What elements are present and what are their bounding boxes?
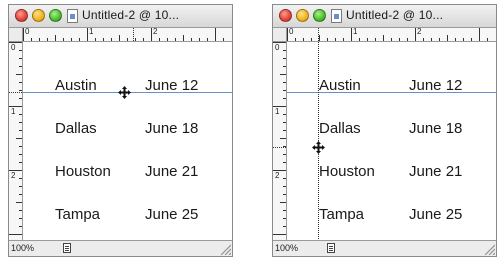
ruler-label: 1 xyxy=(89,28,94,36)
ruler-label: 0 xyxy=(275,43,280,52)
ruler-label: 0 xyxy=(289,28,294,36)
city-label: Tampa xyxy=(319,206,365,223)
date-label: June 21 xyxy=(145,163,199,180)
date-label: June 18 xyxy=(409,120,463,137)
city-label: Dallas xyxy=(55,120,97,137)
date-label: June 25 xyxy=(409,206,463,223)
zoom-level-field[interactable]: 100% xyxy=(11,242,51,254)
date-label: June 21 xyxy=(409,163,463,180)
city-label: Tampa xyxy=(55,206,101,223)
close-button[interactable] xyxy=(15,9,28,22)
zoom-level-field[interactable]: 100% xyxy=(275,242,315,254)
ruler-origin[interactable] xyxy=(9,28,23,42)
window-title: Untitled-2 @ 10... xyxy=(82,8,180,22)
vertical-ruler[interactable]: 0 1 2 xyxy=(273,42,287,241)
status-bar: 100% xyxy=(9,240,232,256)
document-icon xyxy=(67,9,78,23)
minimize-button[interactable] xyxy=(32,9,45,22)
date-label: June 12 xyxy=(409,77,463,94)
ruler-origin[interactable] xyxy=(273,28,287,42)
ruler-label: 2 xyxy=(153,28,158,36)
window-title: Untitled-2 @ 10... xyxy=(346,8,444,22)
document-canvas[interactable]: Austin June 12 Dallas June 18 Houston Ju… xyxy=(287,42,496,241)
document-canvas[interactable]: Austin June 12 Dallas June 18 Houston Ju… xyxy=(23,42,232,241)
vertical-ruler[interactable]: 0 1 2 xyxy=(9,42,23,241)
ruler-label: 2 xyxy=(417,28,422,36)
title-bar[interactable]: Untitled-2 @ 10... xyxy=(9,5,232,28)
zoom-button[interactable] xyxy=(49,9,62,22)
zoom-button[interactable] xyxy=(313,9,326,22)
move-cursor-icon xyxy=(312,141,325,154)
document-window-1: Untitled-2 @ 10... 0 1 2 0 1 2 Austin Ju… xyxy=(8,4,233,257)
title-bar[interactable]: Untitled-2 @ 10... xyxy=(273,5,496,28)
city-label: Houston xyxy=(319,163,375,180)
ruler-label: 1 xyxy=(353,28,358,36)
ruler-label: 0 xyxy=(25,28,30,36)
ruler-label: 2 xyxy=(275,171,280,180)
ruler-label: 2 xyxy=(11,171,16,180)
document-window-2: Untitled-2 @ 10... 0 1 2 0 1 2 Austin Ju… xyxy=(272,4,497,257)
horizontal-ruler[interactable]: 0 1 2 xyxy=(287,28,496,42)
ruler-label: 1 xyxy=(11,107,16,116)
date-label: June 18 xyxy=(145,120,199,137)
ruler-label: 0 xyxy=(11,43,16,52)
move-cursor-icon xyxy=(118,86,131,99)
resize-grip-icon[interactable] xyxy=(220,244,231,255)
close-button[interactable] xyxy=(279,9,292,22)
city-label: Austin xyxy=(319,77,361,94)
status-bar: 100% xyxy=(273,240,496,256)
horizontal-ruler[interactable]: 0 1 2 xyxy=(23,28,232,42)
document-icon xyxy=(331,9,342,23)
date-label: June 25 xyxy=(145,206,199,223)
document-info-icon[interactable] xyxy=(327,243,335,253)
document-info-icon[interactable] xyxy=(63,243,71,253)
city-label: Austin xyxy=(55,77,97,94)
city-label: Houston xyxy=(55,163,111,180)
date-label: June 12 xyxy=(145,77,199,94)
minimize-button[interactable] xyxy=(296,9,309,22)
city-label: Dallas xyxy=(319,120,361,137)
resize-grip-icon[interactable] xyxy=(484,244,495,255)
ruler-label: 1 xyxy=(275,107,280,116)
